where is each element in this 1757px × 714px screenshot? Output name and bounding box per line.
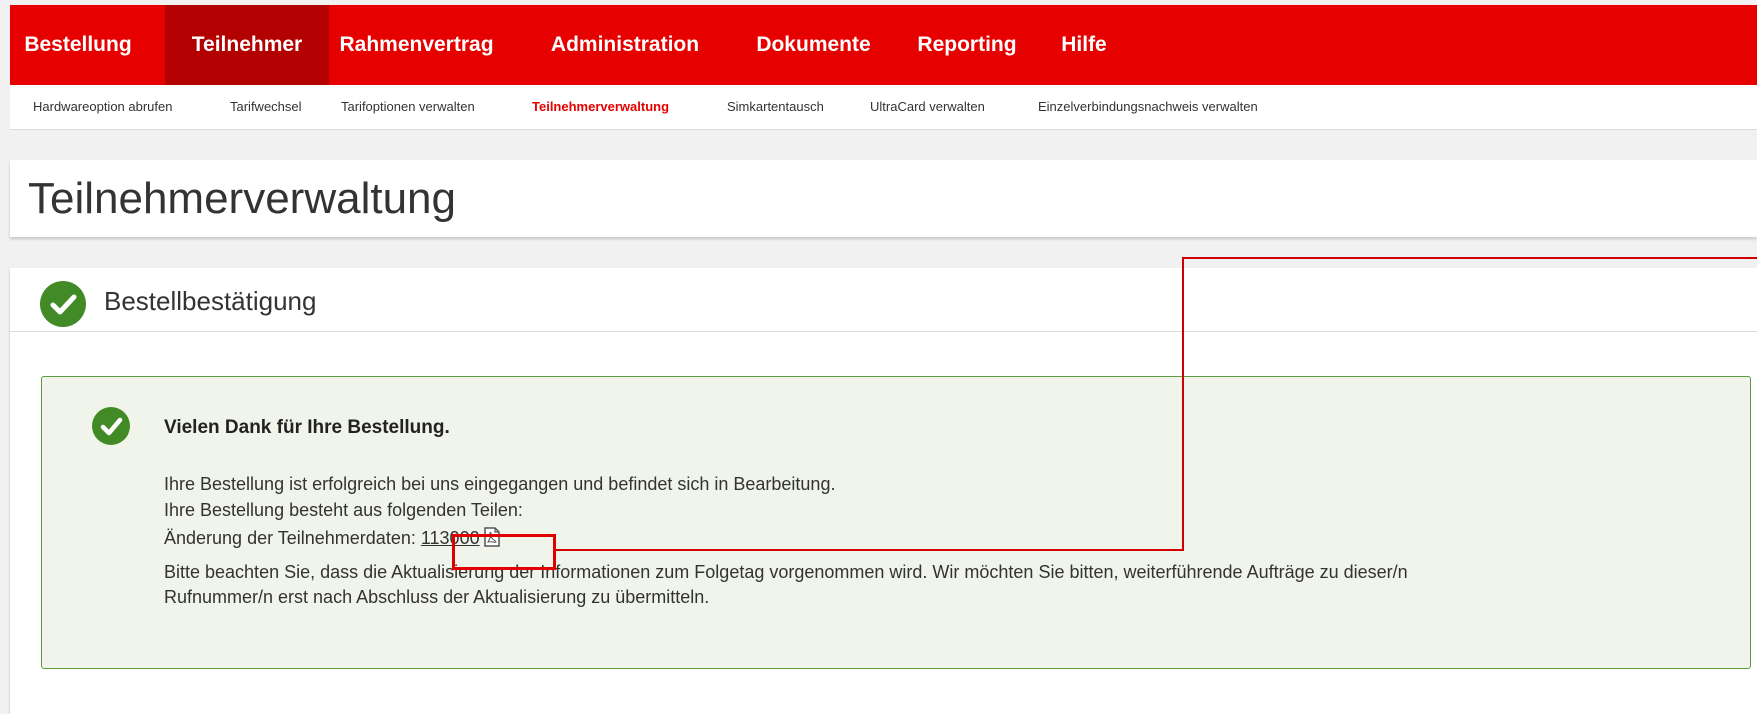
callout-line-top	[1182, 257, 1757, 259]
tab-administration[interactable]: Administration	[534, 5, 716, 85]
highlight-box	[452, 534, 556, 570]
confirmation-text: Ihre Bestellung ist erfolgreich bei uns …	[164, 474, 836, 494]
success-alert: Vielen Dank für Ihre Bestellung. Ihre Be…	[41, 376, 1751, 669]
update-note-line-2: Rufnummer/n erst nach Abschluss der Aktu…	[164, 587, 710, 607]
order-confirmation-card: Bestellbestätigung Vielen Dank für Ihre …	[10, 268, 1757, 714]
tab-reporting[interactable]: Reporting	[902, 5, 1032, 85]
tab-hilfe[interactable]: Hilfe	[1046, 5, 1122, 85]
section-title: Bestellbestätigung	[104, 286, 317, 316]
alert-title: Vielen Dank für Ihre Bestellung.	[164, 417, 450, 438]
subnav-einzelverbindungsnachweis-verwalten[interactable]: Einzelverbindungsnachweis verwalten	[1038, 85, 1258, 129]
subnav-hardwareoption-abrufen[interactable]: Hardwareoption abrufen	[33, 85, 172, 129]
subnav-ultracard-verwalten[interactable]: UltraCard verwalten	[870, 85, 985, 129]
subnav-tarifwechsel[interactable]: Tarifwechsel	[230, 85, 302, 129]
tab-teilnehmer[interactable]: Teilnehmer	[165, 5, 329, 85]
page-title: Teilnehmerverwaltung	[28, 174, 456, 223]
subnav-teilnehmerverwaltung[interactable]: Teilnehmerverwaltung	[532, 85, 669, 129]
tab-bestellung[interactable]: Bestellung	[10, 5, 146, 85]
update-note-line-1: Bitte beachten Sie, dass die Aktualisier…	[164, 562, 1408, 582]
subnav-tarifoptionen-verwalten[interactable]: Tarifoptionen verwalten	[341, 85, 475, 129]
check-circle-icon	[92, 407, 130, 445]
subnav-simkartentausch[interactable]: Simkartentausch	[727, 85, 824, 129]
tab-dokumente[interactable]: Dokumente	[741, 5, 886, 85]
callout-line-horizontal	[556, 549, 1183, 551]
order-parts-text: Ihre Bestellung besteht aus folgenden Te…	[164, 500, 523, 520]
document-label: Änderung der Teilnehmerdaten:	[164, 528, 416, 548]
callout-line-vertical	[1182, 257, 1184, 551]
check-circle-icon	[40, 281, 86, 327]
tab-rahmenvertrag[interactable]: Rahmenvertrag	[325, 5, 508, 85]
section-header: Bestellbestätigung	[10, 268, 1757, 332]
page-title-card: Teilnehmerverwaltung	[10, 160, 1757, 237]
sub-navigation: Hardwareoption abrufen Tarifwechsel Tari…	[10, 85, 1757, 130]
top-navigation: Bestellung Teilnehmer Rahmenvertrag Admi…	[10, 5, 1757, 85]
document-row: Änderung der Teilnehmerdaten: 113000	[164, 527, 501, 552]
